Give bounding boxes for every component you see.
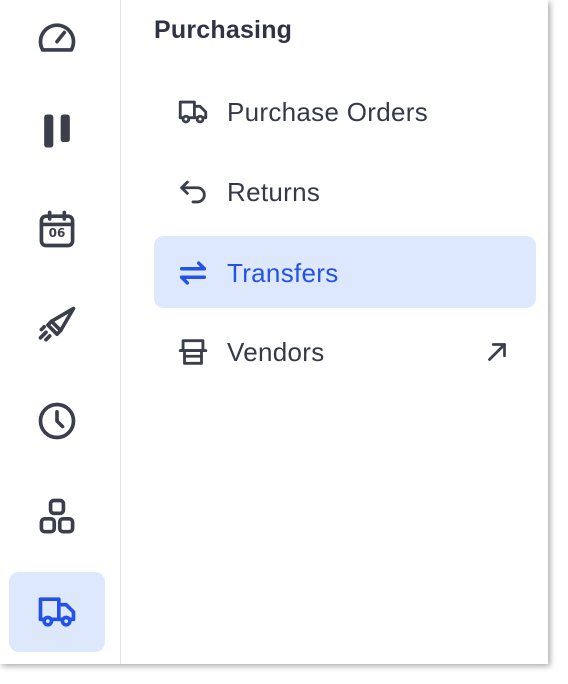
clock-icon (35, 399, 79, 443)
pause-icon (35, 109, 79, 153)
calendar-icon: 06 (35, 207, 79, 251)
rail-item-purchasing[interactable] (9, 572, 105, 652)
menu-item-label: Purchase Orders (227, 97, 429, 127)
store-icon (176, 335, 210, 369)
calendar-date-label: 06 (48, 226, 66, 240)
rail-item-apps[interactable] (9, 477, 105, 557)
rocket-icon (35, 303, 79, 347)
rail-item-launch[interactable] (9, 285, 105, 365)
arrow-up-right-icon[interactable] (482, 337, 512, 367)
menu-item-transfers[interactable]: Transfers (154, 236, 536, 308)
menu-item-purchase-orders[interactable]: Purchase Orders (154, 75, 536, 147)
rail-item-calendar[interactable]: 06 (9, 189, 105, 269)
app-window: 06 Purchasing Purchase Orders Returns Tr… (0, 0, 548, 664)
truck-icon (35, 590, 79, 634)
purchasing-panel: Purchasing Purchase Orders Returns Trans… (121, 0, 548, 664)
transfer-arrows-icon (176, 256, 210, 290)
rail-item-pause[interactable] (9, 91, 105, 171)
menu-item-vendors[interactable]: Vendors (154, 315, 536, 387)
truck-icon (176, 95, 210, 129)
panel-title: Purchasing (154, 16, 293, 44)
blocks-icon (35, 495, 79, 539)
return-arrow-icon (176, 175, 210, 209)
rail-item-dashboard[interactable] (9, 0, 105, 78)
menu-item-label: Vendors (227, 337, 325, 367)
icon-rail: 06 (0, 0, 121, 664)
menu-item-returns[interactable]: Returns (154, 155, 536, 227)
gauge-icon (35, 16, 79, 60)
rail-item-history[interactable] (9, 381, 105, 461)
menu-item-label: Returns (227, 177, 321, 207)
menu-item-label: Transfers (227, 258, 339, 288)
